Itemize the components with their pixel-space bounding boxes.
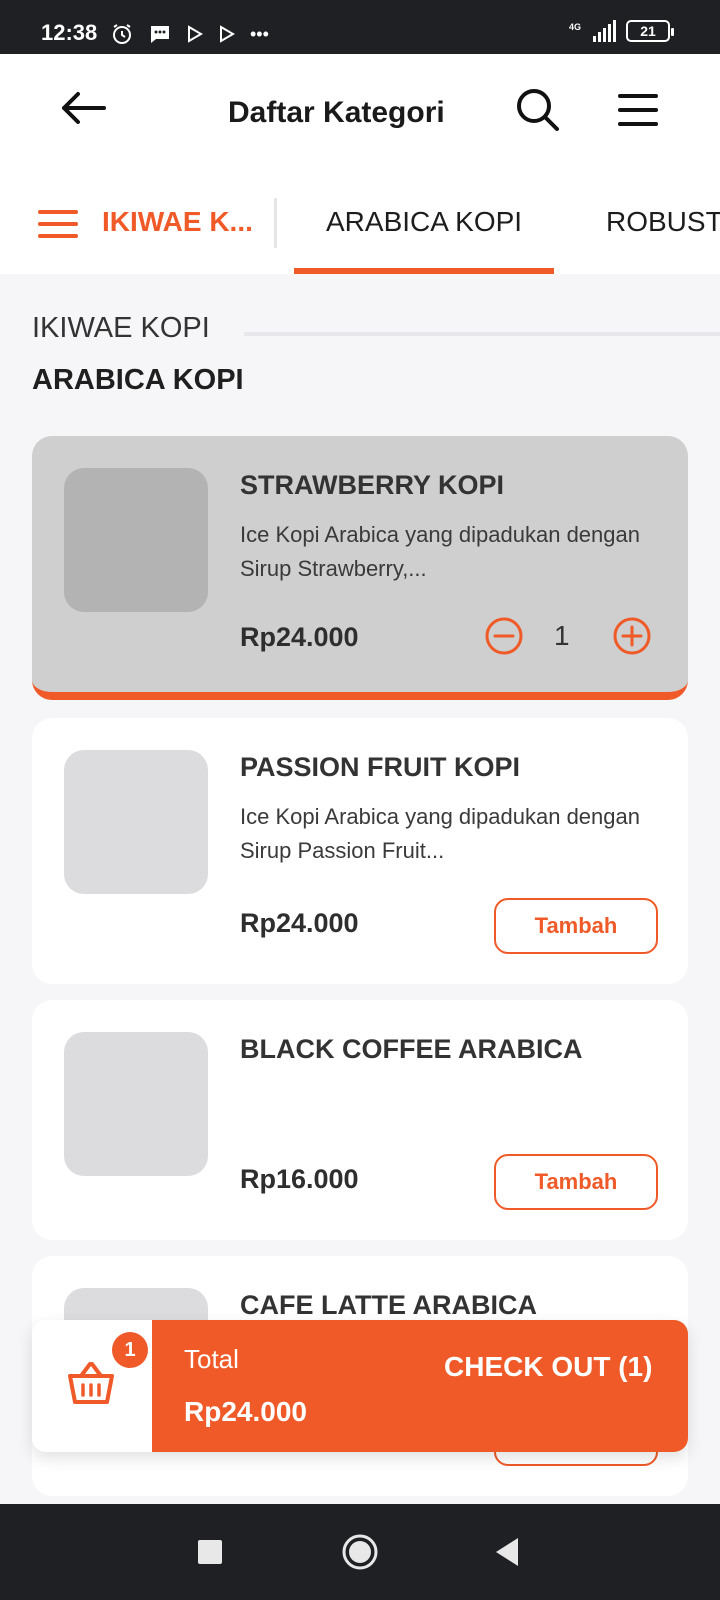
play-store-icon — [188, 25, 203, 43]
product-name: BLACK COFFEE ARABICA — [240, 1034, 583, 1064]
signal-icon — [593, 20, 616, 42]
checkout-button[interactable]: CHECK OUT (1) — [444, 1350, 664, 1384]
product-name: STRAWBERRY KOPI — [240, 470, 505, 500]
network-type: 4G — [569, 22, 582, 32]
search-icon — [517, 89, 559, 131]
basket-icon — [68, 1362, 114, 1404]
system-status: 4G 21 — [569, 20, 674, 42]
menu-button[interactable] — [617, 90, 659, 130]
alarm-icon — [113, 24, 131, 44]
decrease-quantity-button[interactable] — [484, 616, 524, 656]
product-name: CAFE LATTE ARABICA — [240, 1290, 537, 1320]
page-title: Daftar Kategori — [228, 96, 445, 129]
app-header: Daftar Kategori — [0, 54, 720, 174]
tab-robusta[interactable]: ROBUSTA — [606, 206, 720, 238]
cart-count-badge: 1 — [112, 1332, 148, 1368]
product-price: Rp24.000 — [240, 908, 359, 938]
product-price: Rp24.000 — [240, 622, 359, 652]
hamburger-menu-icon — [618, 94, 658, 126]
product-image — [64, 750, 208, 894]
notification-icons: ••• — [110, 20, 269, 48]
category-list-icon[interactable] — [38, 208, 78, 240]
quantity-value: 1 — [554, 620, 570, 651]
product-price: Rp16.000 — [240, 1164, 359, 1194]
cart-button[interactable]: 1 — [32, 1320, 152, 1452]
checkout-summary: Total Rp24.000 CHECK OUT (1) — [152, 1320, 688, 1452]
product-image — [64, 1032, 208, 1176]
back-button[interactable] — [58, 88, 108, 128]
recent-apps-button[interactable] — [198, 1540, 222, 1564]
add-to-cart-button[interactable]: Tambah — [494, 898, 658, 954]
product-image — [64, 468, 208, 612]
product-description: Ice Kopi Arabica yang dipadukan dengan S… — [240, 804, 640, 863]
product-name: PASSION FRUIT KOPI — [240, 752, 521, 782]
add-to-cart-button[interactable]: Tambah — [494, 1154, 658, 1210]
total-value: Rp24.000 — [184, 1396, 307, 1427]
current-category[interactable]: IKIWAE K... — [102, 206, 253, 238]
total-label: Total — [184, 1344, 239, 1374]
arrow-left-icon — [62, 92, 106, 124]
status-time: 12:38 — [41, 20, 98, 45]
battery-icon: 21 — [626, 20, 674, 42]
product-description: Ice Kopi Arabica yang dipadukan dengan S… — [240, 522, 640, 581]
section-title: ARABICA KOPI — [32, 364, 244, 396]
play-store-icon — [220, 25, 235, 43]
category-tabs: IKIWAE K... ARABICA KOPI ROBUSTA — [0, 174, 720, 274]
breadcrumb: IKIWAE KOPI — [32, 312, 210, 344]
product-card[interactable]: BLACK COFFEE ARABICA Rp16.000 Tambah — [32, 1000, 688, 1240]
status-bar: 12:38 ••• 4G 21 — [0, 0, 720, 54]
increase-quantity-button[interactable] — [612, 616, 652, 656]
home-button[interactable] — [340, 1532, 380, 1572]
system-nav-bar — [0, 1504, 720, 1600]
tabs-divider — [274, 198, 277, 248]
product-card[interactable]: PASSION FRUIT KOPI Ice Kopi Arabica yang… — [32, 718, 688, 984]
divider — [244, 332, 720, 336]
tab-arabica-kopi[interactable]: ARABICA KOPI — [326, 206, 522, 238]
more-notifications-icon: ••• — [250, 23, 269, 44]
checkout-bar: 1 Total Rp24.000 CHECK OUT (1) — [32, 1320, 688, 1452]
search-button[interactable] — [514, 86, 562, 134]
active-tab-indicator — [294, 268, 554, 274]
product-card[interactable]: STRAWBERRY KOPI Ice Kopi Arabica yang di… — [32, 436, 688, 700]
message-icon — [151, 26, 169, 43]
nav-back-button[interactable] — [492, 1536, 522, 1568]
